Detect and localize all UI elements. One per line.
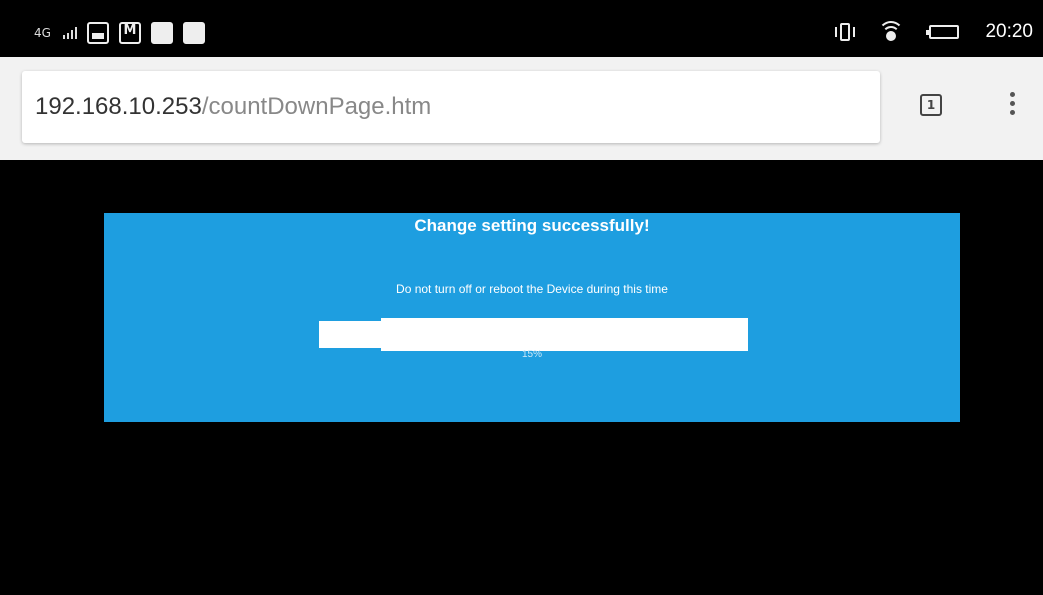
browser-toolbar: 192.168.10.253/countDownPage.htm 1 bbox=[0, 57, 1043, 160]
progress-bar-fill bbox=[316, 318, 381, 351]
tab-switcher-button[interactable]: 1 bbox=[920, 94, 942, 116]
battery-icon bbox=[926, 25, 960, 39]
blank-notification-icon bbox=[182, 22, 205, 44]
status-bar: 4G 20:20 bbox=[0, 0, 1043, 57]
network-type: 4G bbox=[34, 26, 51, 40]
gallery-notification-icon bbox=[86, 22, 109, 44]
address-bar[interactable]: 192.168.10.253/countDownPage.htm bbox=[22, 71, 880, 143]
signal-icon bbox=[62, 27, 77, 39]
status-bar-right: 20:20 bbox=[833, 20, 1033, 44]
panel-title: Change setting successfully! bbox=[414, 216, 650, 235]
status-bar-left: 4G bbox=[34, 22, 205, 44]
progress-bar bbox=[316, 318, 748, 351]
wifi-icon bbox=[879, 21, 904, 43]
vibrate-icon bbox=[833, 20, 857, 44]
mail-notification-icon bbox=[118, 22, 141, 44]
overflow-menu-icon[interactable] bbox=[1002, 92, 1022, 122]
url-host: 192.168.10.253 bbox=[35, 93, 202, 120]
progress-percent: 15% bbox=[521, 349, 542, 360]
panel-message: Do not turn off or reboot the Device dur… bbox=[396, 282, 668, 296]
url-path: /countDownPage.htm bbox=[201, 93, 432, 120]
clock: 20:20 bbox=[985, 21, 1033, 42]
blank-notification-icon bbox=[150, 22, 173, 44]
countdown-panel: Change setting successfully! Do not turn… bbox=[104, 213, 960, 422]
